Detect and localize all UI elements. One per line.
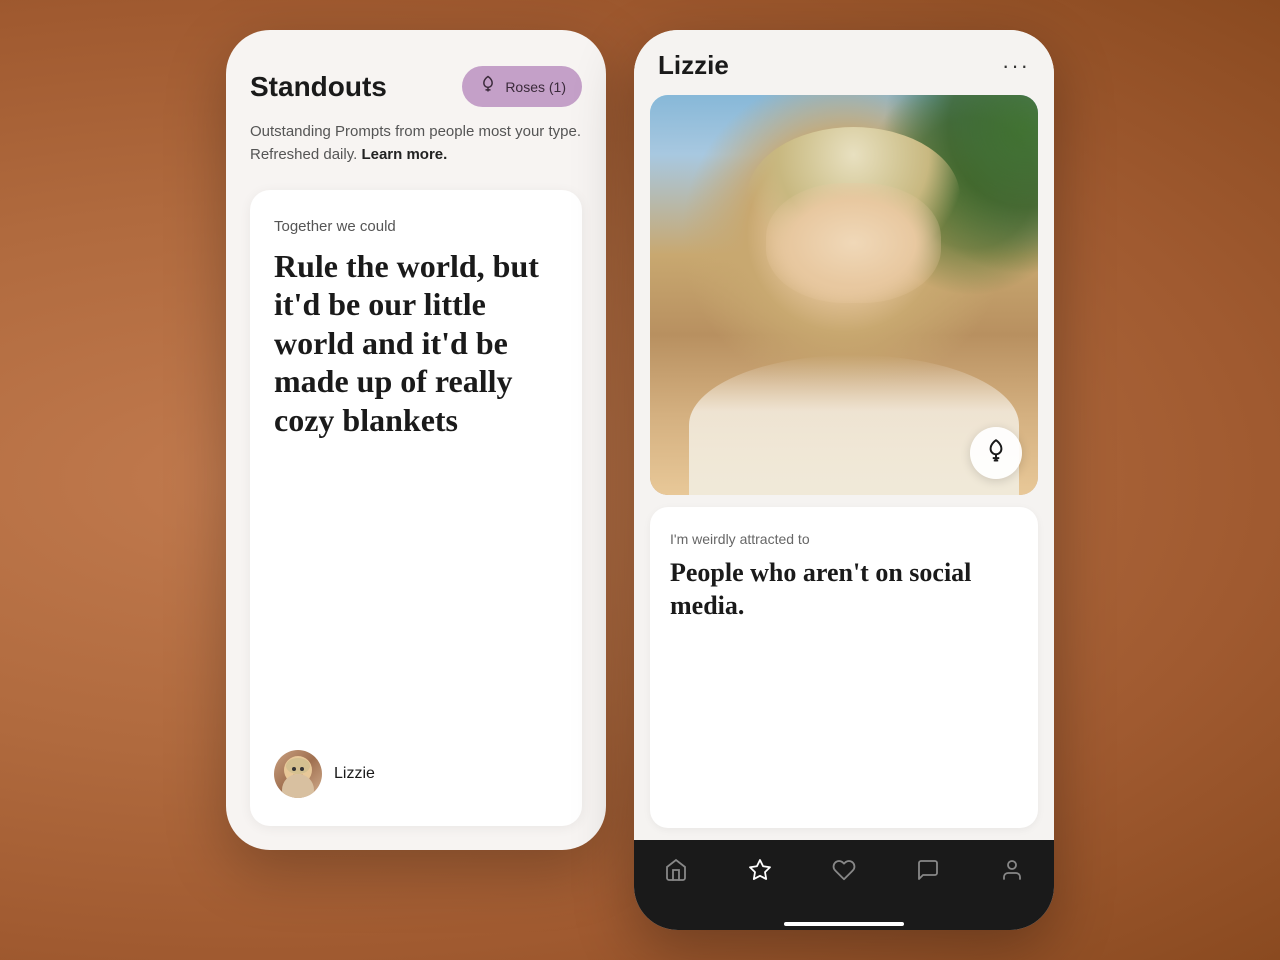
standouts-description: Outstanding Prompts from people most you… bbox=[250, 121, 582, 166]
left-phone: Standouts Roses (1) Outstanding Prompts … bbox=[226, 30, 606, 850]
prompt-user: Lizzie bbox=[274, 750, 558, 798]
profile-header: Lizzie ··· bbox=[634, 30, 1054, 95]
rose-action-icon bbox=[983, 437, 1009, 469]
face-detail bbox=[766, 183, 941, 303]
heart-icon bbox=[832, 858, 856, 888]
person-icon bbox=[1000, 858, 1024, 888]
learn-more-link[interactable]: Learn more. bbox=[361, 146, 447, 163]
profile-prompt-label: I'm weirdly attracted to bbox=[670, 531, 1018, 547]
profile-prompt-answer: People who aren't on social media. bbox=[670, 557, 1018, 622]
standouts-header: Standouts Roses (1) bbox=[250, 66, 582, 107]
more-options-icon[interactable]: ··· bbox=[1002, 53, 1030, 79]
rose-icon bbox=[478, 74, 498, 99]
avatar bbox=[274, 750, 322, 798]
prompt-username: Lizzie bbox=[334, 765, 375, 783]
prompt-answer: Rule the world, but it'd be our little w… bbox=[274, 247, 558, 722]
roses-label: Roses (1) bbox=[505, 79, 566, 95]
nav-messages[interactable] bbox=[904, 854, 952, 892]
profile-name: Lizzie bbox=[658, 50, 729, 81]
star-icon bbox=[748, 858, 772, 888]
home-indicator-bar bbox=[634, 914, 1054, 930]
avatar-image bbox=[274, 750, 322, 798]
standouts-title: Standouts bbox=[250, 71, 387, 103]
standout-prompt-card[interactable]: Together we could Rule the world, but it… bbox=[250, 190, 582, 826]
nav-profile[interactable] bbox=[988, 854, 1036, 892]
right-phone: Lizzie ··· bbox=[634, 30, 1054, 930]
bottom-navigation bbox=[634, 840, 1054, 914]
phones-container: Standouts Roses (1) Outstanding Prompts … bbox=[226, 30, 1054, 930]
profile-prompt-card[interactable]: I'm weirdly attracted to People who aren… bbox=[650, 507, 1038, 828]
nav-standouts[interactable] bbox=[736, 854, 784, 892]
profile-photo bbox=[650, 95, 1038, 495]
home-indicator bbox=[784, 922, 904, 926]
rose-action-button[interactable] bbox=[970, 427, 1022, 479]
nav-home[interactable] bbox=[652, 854, 700, 892]
roses-button[interactable]: Roses (1) bbox=[462, 66, 582, 107]
home-icon bbox=[664, 858, 688, 888]
prompt-label: Together we could bbox=[274, 218, 558, 235]
nav-likes[interactable] bbox=[820, 854, 868, 892]
shoulder-detail bbox=[689, 355, 1019, 495]
message-icon bbox=[916, 858, 940, 888]
